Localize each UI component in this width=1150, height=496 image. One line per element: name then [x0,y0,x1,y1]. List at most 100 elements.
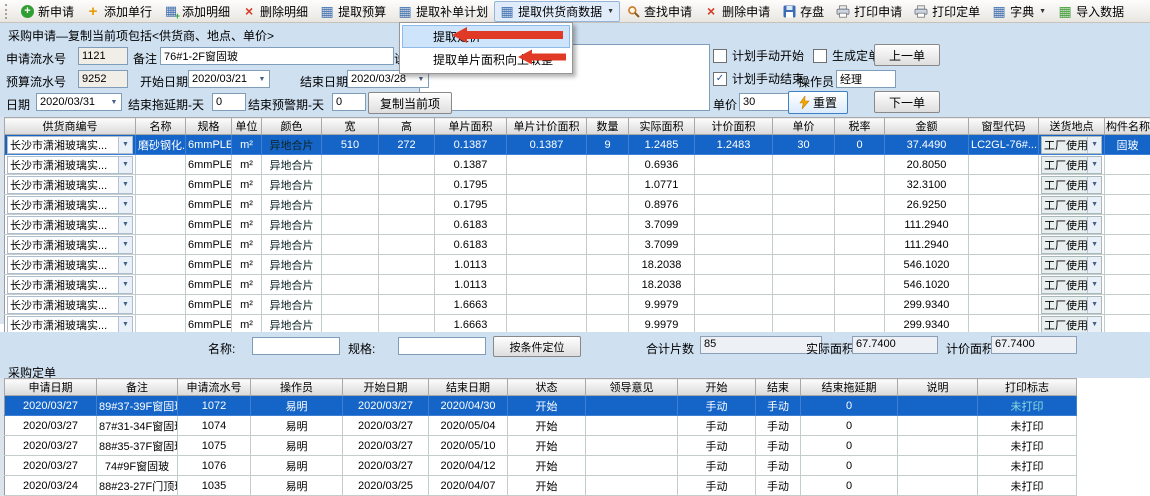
cell-名称[interactable]: 钢化室内... [136,235,186,255]
cell-高[interactable]: 1310 [379,235,435,255]
cell-规格[interactable]: 6mmPLE... [186,295,232,315]
cell-名称[interactable]: 钢化室内... [136,215,186,235]
column-header-15[interactable]: 窗型代码 [969,118,1039,135]
cell-单片计价面积[interactable]: 1.0113 [507,255,587,275]
supplier-combobox[interactable]: 长沙市潇湘玻璃实...▼ [7,176,133,194]
cell-说明[interactable] [898,476,978,496]
dropdown-arrow-icon[interactable]: ▼ [1039,8,1046,15]
chevron-down-icon[interactable]: ▼ [118,197,132,213]
cell-单片面积[interactable]: 1.6663 [435,295,507,315]
cell-税率[interactable] [835,155,885,175]
cell-宽[interactable]: 660 [322,195,379,215]
chevron-down-icon[interactable]: ▼ [118,297,132,313]
cell-实际面积[interactable]: 18.2038 [629,255,695,275]
cell-单价[interactable]: 30 [773,275,835,295]
cell-单价[interactable]: 30 [773,235,835,255]
cell-领导意见[interactable] [586,436,678,456]
supplier-combobox[interactable]: 长沙市潇湘玻璃实...▼ [5,175,136,195]
menu-item[interactable]: 提取定价 [402,25,570,48]
orders-column-header-6[interactable]: 状态 [508,379,586,396]
cell-备注[interactable]: 89#37-39F窗固玻 [97,396,178,416]
cell-规格[interactable]: 6mmPLE... [186,275,232,295]
supplier-combobox[interactable]: 长沙市潇湘玻璃实...▼ [5,135,136,155]
orders-column-header-12[interactable]: 打印标志 [978,379,1077,396]
cell-数量[interactable]: 5 [587,195,629,215]
orders-column-header-3[interactable]: 操作员 [251,379,343,396]
cell-开始日期[interactable]: 2020/03/25 [343,476,429,496]
cell-金额[interactable]: 26.9250 [885,195,969,215]
column-header-3[interactable]: 单位 [232,118,262,135]
cell-计价面积[interactable]: 0.8975 [695,195,773,215]
cell-高[interactable]: 1310 [379,255,435,275]
cell-窗型代码[interactable]: LC33R-76#... [969,275,1039,295]
column-header-16[interactable]: 送货地点 [1039,118,1105,135]
cell-开始日期[interactable]: 2020/03/27 [343,396,429,416]
chevron-down-icon[interactable]: ▼ [1087,257,1101,273]
toolbar-button-find-application[interactable]: 查找申请 [620,1,698,22]
cell-构件名称[interactable]: 固玻 [1105,275,1150,295]
cell-单价[interactable]: 30 [773,175,835,195]
cell-单位[interactable]: m² [232,275,262,295]
orders-column-header-10[interactable]: 结束拖延期 [801,379,898,396]
manual-end-checkbox[interactable]: ✓ 计划手动结束 [713,70,804,87]
filter-spec-input[interactable] [398,337,486,355]
delivery-combobox[interactable]: 工厂使用▼ [1041,296,1102,314]
chevron-down-icon[interactable]: ▼ [1087,177,1101,193]
delivery-combobox[interactable]: 工厂使用▼ [1039,135,1105,155]
supplier-combobox[interactable]: 长沙市潇湘玻璃实...▼ [7,156,133,174]
cell-结束拖延期[interactable]: 0 [801,476,898,496]
cell-颜色[interactable]: 异地合片 [262,255,322,275]
cell-规格[interactable]: 6mmPLE... [186,155,232,175]
cell-领导意见[interactable] [586,456,678,476]
cell-高[interactable]: 272 [379,175,435,195]
chevron-down-icon[interactable]: ▼ [1087,317,1101,333]
cell-备注[interactable]: 88#35-37F窗固玻 [97,436,178,456]
cell-实际面积[interactable]: 3.7099 [629,235,695,255]
cell-构件名称[interactable]: 固玻 [1105,195,1150,215]
cell-单片面积[interactable]: 0.1795 [435,175,507,195]
cell-宽[interactable]: 772 [322,275,379,295]
column-header-5[interactable]: 宽 [322,118,379,135]
cell-颜色[interactable]: 异地合片 [262,155,322,175]
toolbar-button-new-application[interactable]: +新申请 [15,1,80,22]
cell-状态[interactable]: 开始 [508,436,586,456]
budget-serial-input[interactable] [78,70,128,88]
delivery-combobox[interactable]: 工厂使用▼ [1039,235,1105,255]
orders-column-header-2[interactable]: 申请流水号 [178,379,251,396]
cell-结束[interactable]: 手动 [756,416,801,436]
cell-单位[interactable]: m² [232,235,262,255]
cell-申请流水号[interactable]: 1035 [178,476,251,496]
locate-by-condition-button[interactable]: 按条件定位 [493,336,581,357]
supplier-combobox[interactable]: 长沙市潇湘玻璃实...▼ [5,155,136,175]
cell-构件名称[interactable]: 固玻 [1105,175,1150,195]
cell-结束[interactable]: 手动 [756,456,801,476]
cell-金额[interactable]: 299.9340 [885,295,969,315]
cell-单价[interactable]: 30 [773,155,835,175]
generate-order-checkbox[interactable]: 生成定单 [813,47,880,64]
cell-实际面积[interactable]: 3.7099 [629,215,695,235]
next-order-button[interactable]: 下一单 [874,91,940,113]
cell-税率[interactable] [835,295,885,315]
chevron-down-icon[interactable]: ▼ [1087,197,1101,213]
chevron-down-icon[interactable]: ▼ [1087,237,1101,253]
cell-结束日期[interactable]: 2020/05/10 [429,436,508,456]
cell-窗型代码[interactable]: LC2R-76#-1F [969,155,1039,175]
chevron-down-icon[interactable]: ▼ [118,137,132,153]
cell-金额[interactable]: 111.2940 [885,215,969,235]
column-header-6[interactable]: 高 [379,118,435,135]
cell-名称[interactable]: 磨砂钢化... [136,195,186,215]
cell-申请日期[interactable]: 2020/03/27 [5,416,97,436]
column-header-4[interactable]: 颜色 [262,118,322,135]
delivery-combobox[interactable]: 工厂使用▼ [1039,215,1105,235]
cell-申请流水号[interactable]: 1074 [178,416,251,436]
chevron-down-icon[interactable]: ▼ [255,71,269,87]
delivery-combobox[interactable]: 工厂使用▼ [1041,136,1102,154]
orders-column-header-5[interactable]: 结束日期 [429,379,508,396]
detail-row[interactable]: 长沙市潇湘玻璃实...▼钢化室内...6mmPLE...m²异地合片472131… [5,215,1150,235]
toolbar-button-extract-supplier-data[interactable]: ▦提取供货商数据▼ [494,1,620,22]
cell-开始[interactable]: 手动 [678,436,756,456]
cell-单片计价面积[interactable]: 1.0113 [507,275,587,295]
column-header-10[interactable]: 实际面积 [629,118,695,135]
cell-数量[interactable]: 18 [587,255,629,275]
cell-窗型代码[interactable]: LC48L-76#... [969,295,1039,315]
